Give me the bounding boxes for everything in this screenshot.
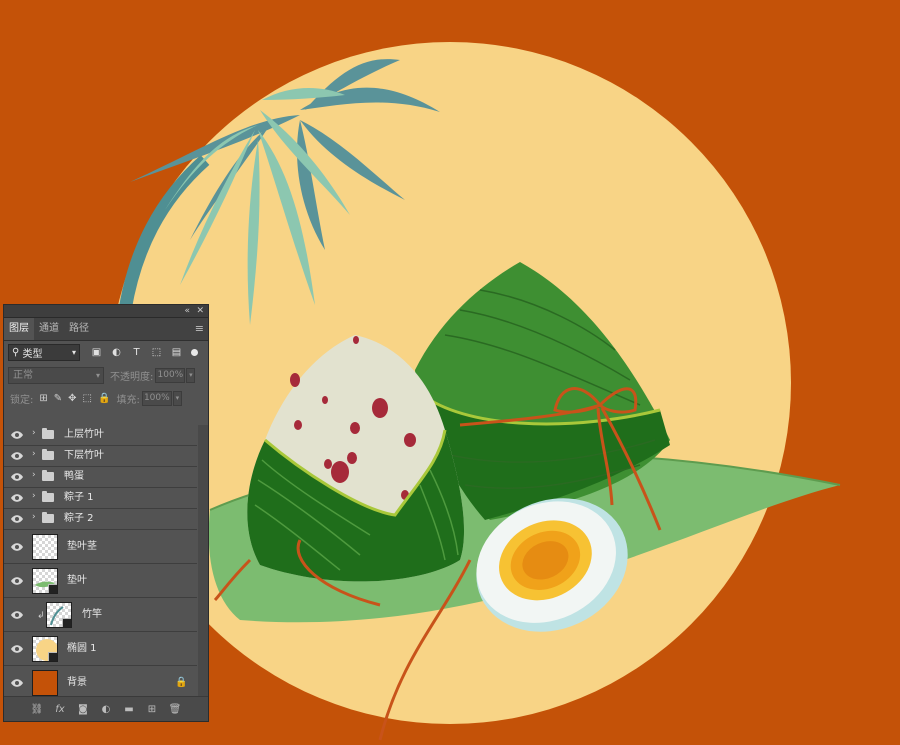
eye-icon[interactable]: [11, 430, 23, 440]
layer-name: 垫叶茎: [67, 540, 97, 552]
pixel-filter-icon[interactable]: ▣: [90, 346, 103, 359]
layer-name: 椭圆 1: [67, 642, 97, 654]
blend-row: 正常 ▾ 不透明度: 100% ▾: [4, 364, 208, 387]
smart-object-badge-icon: [62, 618, 71, 627]
chevron-down-icon: ▾: [71, 348, 76, 357]
layer-list-scrollbar[interactable]: [198, 425, 208, 699]
layer-thumbnail[interactable]: [32, 636, 58, 662]
opacity-label: 不透明度:: [110, 372, 154, 383]
folder-icon: [42, 428, 54, 439]
expand-chevron-icon[interactable]: ›: [32, 491, 36, 501]
layer-name: 背景: [67, 676, 87, 688]
new-layer-icon[interactable]: ⊞: [145, 704, 159, 715]
layer-row[interactable]: › 鸭蛋: [4, 467, 197, 488]
layer-row[interactable]: 垫叶茎: [4, 530, 197, 564]
panel-titlebar[interactable]: « ✕: [4, 305, 208, 318]
expand-chevron-icon[interactable]: ›: [32, 512, 36, 522]
layer-row[interactable]: › 粽子 1: [4, 488, 197, 509]
folder-icon: [42, 449, 54, 460]
fill-arrow-icon[interactable]: ▾: [172, 391, 182, 406]
smart-object-filter-icon[interactable]: ▤: [170, 346, 183, 359]
search-icon: ⚲: [12, 347, 20, 358]
lock-pixels-icon[interactable]: ✎: [54, 393, 62, 404]
eye-icon[interactable]: [11, 644, 23, 654]
type-filter-icon[interactable]: T: [130, 346, 143, 359]
blend-mode-value: 正常: [13, 370, 33, 381]
layer-row[interactable]: 背景 🔒: [4, 666, 197, 699]
layer-thumbnail[interactable]: [32, 568, 58, 594]
layer-thumbnail[interactable]: [46, 602, 72, 628]
folder-icon: [42, 470, 54, 481]
adjustment-icon[interactable]: ◐: [99, 704, 113, 715]
expand-chevron-icon[interactable]: ›: [32, 428, 36, 438]
layer-row[interactable]: › 粽子 2: [4, 509, 197, 530]
eye-icon[interactable]: [11, 678, 23, 688]
filter-label: 类型: [22, 349, 43, 360]
layer-row[interactable]: › 下层竹叶: [4, 446, 197, 467]
opacity-arrow-icon[interactable]: ▾: [186, 368, 196, 383]
layer-thumbnail[interactable]: [32, 670, 58, 696]
eye-icon[interactable]: [11, 472, 23, 482]
layer-filter-select[interactable]: ⚲ 类型 ▾: [8, 344, 80, 361]
lock-position-icon[interactable]: ✥: [68, 393, 76, 404]
panel-tabs: 图层 通道 路径 ≡: [4, 318, 208, 341]
layer-row[interactable]: 椭圆 1: [4, 632, 197, 666]
fill-input[interactable]: 100%: [141, 391, 172, 406]
lock-transparency-icon[interactable]: ⊞: [39, 393, 47, 404]
layer-row[interactable]: ↲ 竹竿: [4, 598, 197, 632]
lock-all-icon[interactable]: 🔒: [98, 393, 110, 404]
mask-icon[interactable]: ◙: [76, 704, 90, 715]
trash-icon[interactable]: 🗑: [168, 704, 182, 715]
eye-icon[interactable]: [11, 576, 23, 586]
filter-row: ⚲ 类型 ▾ ▣ ◐ T ⬚ ▤: [4, 341, 208, 364]
layer-name: 竹竿: [82, 608, 102, 620]
layer-thumbnail[interactable]: [32, 534, 58, 560]
close-icon[interactable]: ✕: [196, 305, 204, 317]
lock-icons: ⊞ ✎ ✥ ⬚ 🔒: [39, 393, 110, 404]
expand-chevron-icon[interactable]: ›: [32, 470, 36, 480]
layer-list: › 上层竹叶 › 下层竹叶 › 鸭蛋 › 粽子 1 › 粽子 2 垫叶茎 垫叶 …: [4, 425, 197, 699]
panel-menu-icon[interactable]: ≡: [195, 323, 204, 335]
blend-mode-select[interactable]: 正常 ▾: [8, 367, 104, 384]
folder-icon: [42, 491, 54, 502]
layers-panel: « ✕ 图层 通道 路径 ≡ ⚲ 类型 ▾ ▣ ◐ T ⬚ ▤ 正常 ▾ 不透明度…: [3, 304, 209, 722]
eye-icon[interactable]: [11, 493, 23, 503]
tab-channels[interactable]: 通道: [34, 318, 64, 340]
eye-icon[interactable]: [11, 451, 23, 461]
panel-footer: ⛓ fx ◙ ◐ ▬ ⊞ 🗑: [4, 696, 208, 721]
layer-name: 垫叶: [67, 574, 87, 586]
lock-label: 锁定:: [10, 395, 34, 406]
lock-icon[interactable]: 🔒: [175, 677, 187, 688]
link-icon[interactable]: ⛓: [30, 704, 44, 715]
eye-icon[interactable]: [11, 514, 23, 524]
collapse-icon[interactable]: «: [184, 305, 190, 317]
layer-row[interactable]: 垫叶: [4, 564, 197, 598]
eye-icon[interactable]: [11, 610, 23, 620]
layer-name: 粽子 1: [64, 492, 94, 503]
layer-row[interactable]: › 上层竹叶: [4, 425, 197, 446]
filter-icons: ▣ ◐ T ⬚ ▤: [90, 346, 183, 359]
filter-toggle-icon[interactable]: [191, 349, 198, 356]
eye-icon[interactable]: [11, 542, 23, 552]
tab-paths[interactable]: 路径: [64, 318, 94, 340]
fill-label: 填充:: [116, 395, 140, 406]
shape-filter-icon[interactable]: ⬚: [150, 346, 163, 359]
lock-artboard-icon[interactable]: ⬚: [83, 393, 92, 404]
opacity-input[interactable]: 100%: [155, 368, 186, 383]
folder-icon[interactable]: ▬: [122, 704, 136, 715]
adjustment-filter-icon[interactable]: ◐: [110, 346, 123, 359]
layer-name: 下层竹叶: [64, 450, 104, 461]
tab-layers[interactable]: 图层: [4, 318, 34, 340]
layer-name: 鸭蛋: [64, 471, 84, 482]
folder-icon: [42, 512, 54, 523]
layer-name: 粽子 2: [64, 513, 94, 524]
smart-object-badge-icon: [48, 584, 57, 593]
expand-chevron-icon[interactable]: ›: [32, 449, 36, 459]
clipping-mask-icon: ↲: [37, 611, 45, 621]
lock-row: 锁定: ⊞ ✎ ✥ ⬚ 🔒 填充: 100% ▾: [4, 387, 208, 410]
shape-layer-badge-icon: [48, 652, 57, 661]
layer-name: 上层竹叶: [64, 429, 104, 440]
chevron-down-icon: ▾: [95, 371, 100, 380]
fx-icon[interactable]: fx: [53, 704, 67, 715]
